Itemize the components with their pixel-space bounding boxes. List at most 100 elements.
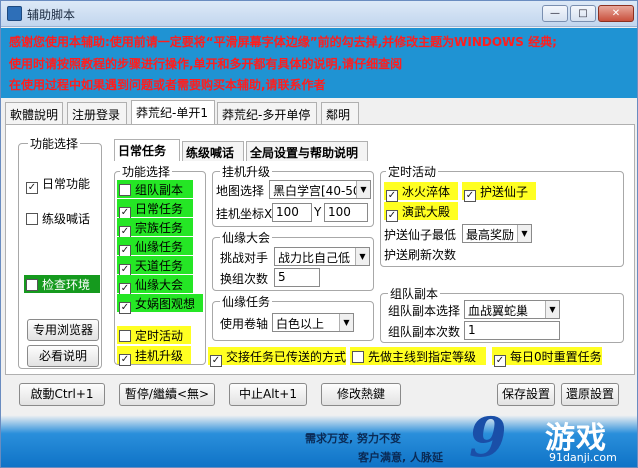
xianyuan-task-group-label: 仙缘任务 — [220, 293, 273, 310]
stop-button[interactable]: 中止Alt+1 — [229, 383, 307, 406]
title-bar[interactable]: 辅助脚本 — □ ✕ — [1, 1, 637, 27]
tab-single-open[interactable]: 莽荒纪-单开1 — [131, 100, 215, 125]
checkbox-mark-icon: ✓ — [464, 190, 476, 202]
coord-x-input[interactable]: 100 — [272, 203, 312, 222]
daily-function-label: 日常功能 — [42, 177, 91, 191]
escort-min-label: 护送仙子最低 — [384, 228, 457, 242]
xianyuan-task-checkbox[interactable]: ✓ 仙缘任务 — [117, 237, 193, 257]
subtab-daily-tasks[interactable]: 日常任务 — [114, 139, 180, 161]
team-dungeon-checkbox[interactable]: 组队副本 — [117, 180, 193, 198]
maximize-button[interactable]: □ — [570, 5, 596, 22]
daily-task-checkbox[interactable]: ✓ 日常任务 — [117, 199, 193, 219]
minimize-button[interactable]: — — [542, 5, 568, 22]
swap-count-label: 换组次数 — [220, 272, 269, 286]
timed-activity-checkbox[interactable]: 定时活动 — [117, 326, 191, 344]
martial-hall-checkbox[interactable]: ✓ 演武大殿 — [384, 202, 458, 222]
hotkey-button[interactable]: 修改熱鍵 — [321, 383, 401, 406]
chevron-down-icon[interactable]: ▼ — [545, 301, 559, 318]
tab-software-info[interactable]: 軟體說明 — [5, 102, 63, 124]
opponent-value: 战力比自己低 — [278, 251, 351, 265]
watermark-logo: 9 游戏 91danji.com — [469, 405, 637, 467]
chevron-down-icon[interactable]: ▼ — [339, 314, 353, 331]
hangup-group-label: 挂机升级 — [220, 163, 273, 180]
pause-button[interactable]: 暫停/繼續<無> — [119, 383, 215, 406]
check-environment-label: 检查环境 — [42, 278, 91, 292]
tiandao-task-checkbox[interactable]: ✓ 天道任务 — [117, 256, 193, 276]
close-button[interactable]: ✕ — [598, 5, 634, 22]
restore-settings-button[interactable]: 還原設置 — [561, 383, 619, 406]
checkbox-empty-icon — [352, 351, 364, 363]
footer-line-2: 客户满意, 人脉延 — [358, 451, 444, 464]
practice-shout-checkbox[interactable]: 练级喊话 — [24, 209, 94, 227]
footer-line-1: 需求万变, 努力不变 — [305, 432, 402, 445]
notice-line-2: 使用时请按照教程的步骤进行操作,单开和多开都有具体的说明,请仔细查阅 — [9, 57, 403, 71]
swap-count-input[interactable]: 5 — [274, 268, 320, 287]
chevron-down-icon[interactable]: ▼ — [356, 181, 370, 198]
checkbox-mark-icon: ✓ — [119, 354, 131, 366]
check-environment-checkbox[interactable]: 检查环境 — [24, 275, 100, 293]
deliver-method-label: 交接任务已传送的方式 — [226, 350, 347, 364]
tiandao-task-label: 天道任务 — [135, 259, 184, 273]
scroll-value: 白色以上 — [276, 317, 325, 331]
opponent-combo[interactable]: 战力比自己低 ▼ — [274, 247, 370, 266]
map-select-label: 地图选择 — [216, 184, 265, 198]
tab-statement[interactable]: 鄰明 — [321, 102, 359, 124]
subtab-global-settings[interactable]: 全局设置与帮助说明 — [246, 141, 368, 161]
ice-fire-checkbox[interactable]: ✓ 冰火淬体 — [384, 182, 458, 202]
tab-multi-open[interactable]: 莽荒纪-多开单停 — [217, 102, 317, 124]
clan-task-checkbox[interactable]: ✓ 宗族任务 — [117, 218, 193, 238]
dungeon-count-label: 组队副本次数 — [388, 325, 461, 339]
xianyuan-meet-checkbox[interactable]: ✓ 仙缘大会 — [117, 275, 193, 295]
hangup-level-label: 挂机升级 — [135, 349, 184, 363]
scroll-combo[interactable]: 白色以上 ▼ — [272, 313, 354, 332]
watermark-number: 9 — [469, 405, 507, 468]
save-settings-button[interactable]: 保存設置 — [497, 383, 555, 406]
checkbox-mark-icon: ✓ — [119, 302, 131, 314]
subtab-practice-shout[interactable]: 练级喊话 — [182, 141, 244, 161]
watermark-site: 91danji.com — [549, 451, 617, 464]
nuwa-meditation-label: 女娲图观想 — [135, 297, 196, 311]
team-dungeon-label: 组队副本 — [135, 183, 184, 197]
checkbox-empty-icon — [119, 184, 131, 196]
dungeon-select-combo[interactable]: 血战翼蛇巢 ▼ — [464, 300, 560, 319]
nuwa-meditation-checkbox[interactable]: ✓ 女娲图观想 — [117, 294, 203, 314]
practice-shout-label: 练级喊话 — [42, 212, 91, 226]
escort-min-combo[interactable]: 最高奖励 ▼ — [462, 224, 532, 243]
escort-fairy-checkbox[interactable]: ✓ 护送仙子 — [462, 182, 536, 202]
dungeon-count-input[interactable]: 1 — [464, 321, 560, 340]
map-select-combo[interactable]: 黑白学宫[40-50] ▼ — [269, 180, 371, 199]
notice-banner: 感谢您使用本辅助:使用前请一定要将“平滑屏幕字体边缘”前的勾去掉,并修改主题为W… — [1, 28, 637, 98]
mainline-first-checkbox[interactable]: 先做主线到指定等级 — [350, 347, 486, 365]
escort-fairy-label: 护送仙子 — [480, 185, 529, 199]
daily-function-checkbox[interactable]: ✓ 日常功能 — [24, 174, 94, 194]
checkbox-empty-icon — [26, 279, 38, 291]
hangup-level-checkbox[interactable]: ✓ 挂机升级 — [117, 346, 191, 366]
escort-refresh-label: 护送刷新次数 — [384, 248, 457, 262]
timed-activity-label: 定时活动 — [135, 329, 184, 343]
escort-min-value: 最高奖励 — [466, 228, 515, 242]
browser-button[interactable]: 专用浏览器 — [27, 319, 99, 341]
daily-reset-checkbox[interactable]: ✓ 每日0时重置任务 — [492, 347, 602, 367]
chevron-down-icon[interactable]: ▼ — [517, 225, 531, 242]
checkbox-mark-icon: ✓ — [386, 190, 398, 202]
coord-y-input[interactable]: 100 — [324, 203, 368, 222]
must-read-button[interactable]: 必看说明 — [27, 345, 99, 367]
timed-activity-group-label: 定时活动 — [386, 163, 439, 180]
window-title: 辅助脚本 — [27, 8, 76, 22]
tab-register-login[interactable]: 注册登录 — [67, 102, 127, 124]
notice-line-1: 感谢您使用本辅助:使用前请一定要将“平滑屏幕字体边缘”前的勾去掉,并修改主题为W… — [9, 35, 557, 49]
martial-hall-label: 演武大殿 — [402, 205, 451, 219]
xianyuan-meet-label: 仙缘大会 — [135, 278, 184, 292]
checkbox-mark-icon: ✓ — [210, 355, 222, 367]
coord-x-label: 挂机坐标X — [216, 207, 273, 221]
scroll-label: 使用卷轴 — [220, 317, 269, 331]
coord-y-label: Y — [314, 205, 322, 219]
function-select-label: 功能选择 — [120, 163, 173, 180]
mainline-first-label: 先做主线到指定等级 — [368, 350, 477, 364]
start-button[interactable]: 啟動Ctrl+1 — [19, 383, 105, 406]
chevron-down-icon[interactable]: ▼ — [355, 248, 369, 265]
map-select-value: 黑白学宫[40-50] — [273, 184, 366, 198]
daily-reset-label: 每日0时重置任务 — [510, 350, 602, 364]
deliver-method-checkbox[interactable]: ✓ 交接任务已传送的方式 — [208, 347, 347, 367]
dungeon-select-label: 组队副本选择 — [388, 304, 461, 318]
